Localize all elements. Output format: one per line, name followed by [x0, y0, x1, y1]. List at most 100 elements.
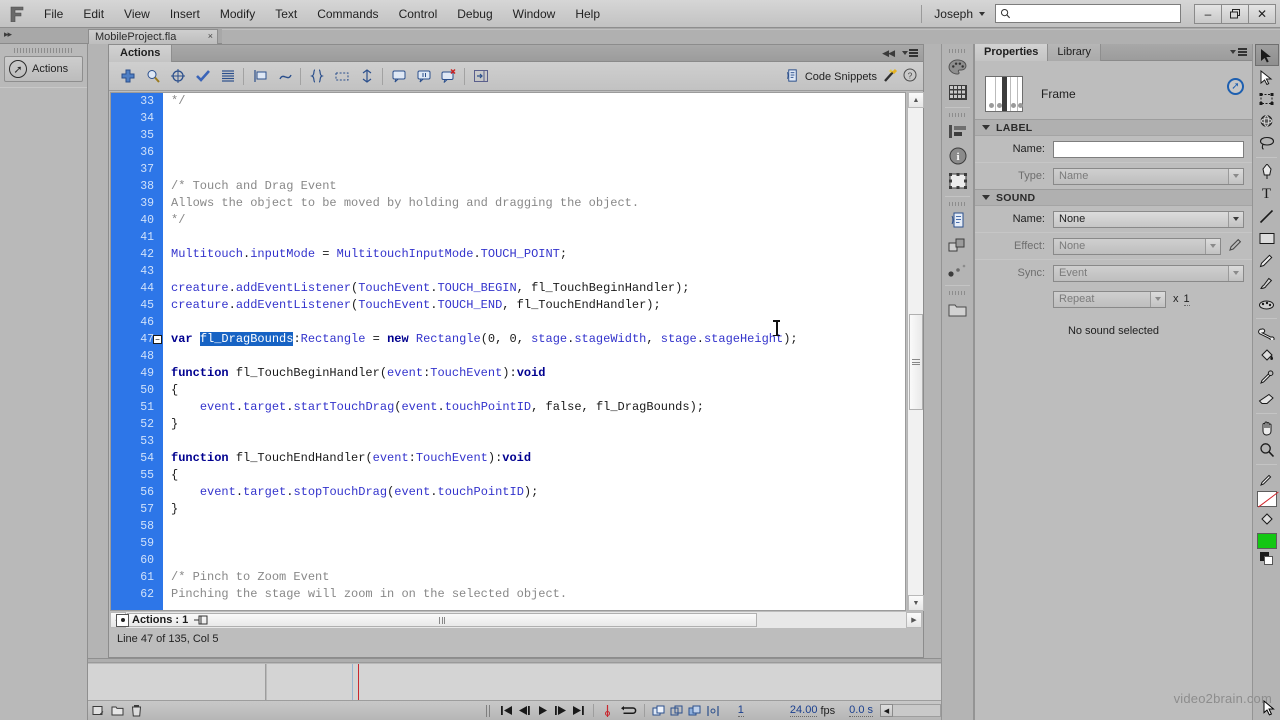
go-to-first-frame-icon[interactable]	[498, 703, 516, 719]
chevron-down-icon[interactable]	[1228, 211, 1243, 227]
code-line[interactable]	[171, 144, 905, 161]
tab-library[interactable]: Library	[1048, 43, 1102, 61]
transform-panel-icon[interactable]	[946, 169, 970, 193]
hand-tool-icon[interactable]	[1255, 417, 1279, 439]
code-snippets-icon[interactable]	[785, 68, 800, 86]
scroll-down-button[interactable]: ▼	[908, 595, 924, 611]
loop-playback-icon[interactable]	[617, 703, 639, 719]
show-code-hint-icon[interactable]	[247, 65, 272, 88]
menu-commands[interactable]: Commands	[307, 2, 388, 26]
section-header-sound[interactable]: SOUND	[975, 189, 1252, 206]
step-forward-one-frame-icon[interactable]	[552, 703, 570, 719]
code-line[interactable]: function fl_TouchBeginHandler(event:Touc…	[171, 365, 905, 382]
chevron-down-icon[interactable]	[1205, 238, 1220, 254]
dock-grip[interactable]	[948, 202, 967, 206]
close-button[interactable]: ✕	[1248, 3, 1276, 24]
pencil-edit-icon[interactable]	[1226, 237, 1244, 255]
center-frame-icon[interactable]	[599, 703, 617, 719]
label-name-input[interactable]	[1053, 140, 1244, 158]
info-panel-icon[interactable]: i	[946, 144, 970, 168]
go-to-last-frame-icon[interactable]	[570, 703, 588, 719]
close-icon[interactable]: ×	[208, 31, 213, 41]
rectangle-tool-icon[interactable]	[1255, 227, 1279, 249]
menu-edit[interactable]: Edit	[73, 2, 114, 26]
code-editor[interactable]: 33 34 35 36 37 38 39 40 41 42 43 44 45 46 47 48 49 50 51 52…	[110, 92, 906, 611]
code-line[interactable]: event.target.stopTouchDrag(event.touchPo…	[171, 484, 905, 501]
code-vertical-scrollbar[interactable]: ▲ ▼	[907, 92, 924, 611]
add-script-icon[interactable]	[115, 65, 140, 88]
edit-multiple-frames-icon[interactable]	[686, 703, 704, 719]
eyedropper-tool-icon[interactable]	[1255, 366, 1279, 388]
scrollbar-thumb-horizontal[interactable]	[127, 613, 757, 627]
delete-layer-icon[interactable]	[128, 703, 145, 719]
user-name-label[interactable]: Joseph	[928, 7, 979, 21]
menu-view[interactable]: View	[114, 2, 160, 26]
line-tool-icon[interactable]	[1255, 205, 1279, 227]
code-line[interactable]	[171, 110, 905, 127]
components-panel-icon[interactable]	[946, 233, 970, 257]
new-folder-icon[interactable]	[109, 703, 126, 719]
section-header-label[interactable]: LABEL	[975, 119, 1252, 136]
help-icon[interactable]: ?	[903, 68, 917, 85]
text-tool-icon[interactable]: T	[1255, 183, 1279, 205]
dock-grip[interactable]	[948, 291, 967, 295]
code-line[interactable]	[171, 161, 905, 178]
dock-grip[interactable]	[13, 48, 74, 53]
show-hide-toolbox-icon[interactable]	[468, 65, 493, 88]
eraser-tool-icon[interactable]	[1255, 388, 1279, 410]
fill-color-swatch[interactable]	[1256, 533, 1277, 549]
timeline-grip[interactable]	[88, 659, 941, 663]
code-snippets-label[interactable]: Code Snippets	[805, 71, 877, 83]
expand-panels-icon[interactable]: ▸▸	[4, 29, 12, 40]
modify-onion-markers-icon[interactable]	[704, 703, 722, 719]
repeat-count-value[interactable]: 1	[1183, 293, 1190, 306]
sound-sync-select[interactable]: Event	[1053, 264, 1244, 282]
code-line[interactable]	[171, 229, 905, 246]
label-type-select[interactable]: Name	[1053, 167, 1244, 185]
tab-properties[interactable]: Properties	[975, 43, 1049, 61]
paint-bucket-tool-icon[interactable]	[1255, 344, 1279, 366]
code-folding-column[interactable]: −	[153, 93, 165, 610]
code-line[interactable]: Multitouch.inputMode = MultitouchInputMo…	[171, 246, 905, 263]
motion-presets-icon[interactable]	[946, 258, 970, 282]
3d-rotation-tool-icon[interactable]	[1255, 110, 1279, 132]
code-text[interactable]: */ /* Touch and Drag Event Allows the obje…	[171, 93, 905, 610]
code-line[interactable]: creature.addEventListener(TouchEvent.TOU…	[171, 297, 905, 314]
collapse-panel-icon[interactable]: ◀◀	[882, 48, 895, 59]
code-line[interactable]: function fl_TouchEndHandler(event:TouchE…	[171, 450, 905, 467]
scroll-right-button[interactable]: ▶	[906, 612, 922, 628]
subselection-tool-icon[interactable]	[1255, 66, 1279, 88]
code-line[interactable]: /* Pinch to Zoom Event	[171, 569, 905, 586]
code-line[interactable]: */	[171, 93, 905, 110]
code-line[interactable]	[171, 535, 905, 552]
code-line[interactable]: Pinching the stage will zoom in on the s…	[171, 586, 905, 603]
code-line[interactable]	[171, 552, 905, 569]
search-input[interactable]	[1014, 7, 1176, 20]
code-line[interactable]: creature.addEventListener(TouchEvent.TOU…	[171, 280, 905, 297]
lasso-tool-icon[interactable]	[1255, 132, 1279, 154]
resize-timeline-icon[interactable]: ◀	[880, 704, 893, 717]
document-tab-mobileproject[interactable]: × MobileProject.fla	[88, 29, 218, 44]
panel-menu-icon[interactable]	[1230, 48, 1247, 56]
menu-insert[interactable]: Insert	[160, 2, 210, 26]
dock-grip[interactable]	[948, 113, 967, 117]
code-line[interactable]: var fl_DragBounds:Rectangle = new Rectan…	[171, 331, 905, 348]
library-panel-icon[interactable]	[946, 297, 970, 321]
code-line[interactable]: Allows the object to be moved by holding…	[171, 195, 905, 212]
code-line[interactable]	[171, 314, 905, 331]
code-fold-toggle[interactable]: −	[153, 335, 162, 344]
swatches-panel-icon[interactable]	[946, 80, 970, 104]
magic-wand-icon[interactable]	[882, 67, 898, 86]
brush-tool-icon[interactable]	[1255, 271, 1279, 293]
expand-all-icon[interactable]	[354, 65, 379, 88]
code-line[interactable]: {	[171, 382, 905, 399]
code-line[interactable]: event.target.startTouchDrag(event.touchP…	[171, 399, 905, 416]
new-layer-icon[interactable]	[90, 703, 107, 719]
actions-panel-chip[interactable]: ➚ Actions	[4, 56, 83, 82]
sound-repeat-select[interactable]: Repeat	[1053, 290, 1166, 308]
target-insert-icon[interactable]	[165, 65, 190, 88]
code-line[interactable]	[171, 518, 905, 535]
apply-line-comment-icon[interactable]	[411, 65, 436, 88]
timeline-frames-area[interactable]	[267, 664, 941, 700]
fps-value[interactable]: 24.00	[789, 704, 818, 717]
